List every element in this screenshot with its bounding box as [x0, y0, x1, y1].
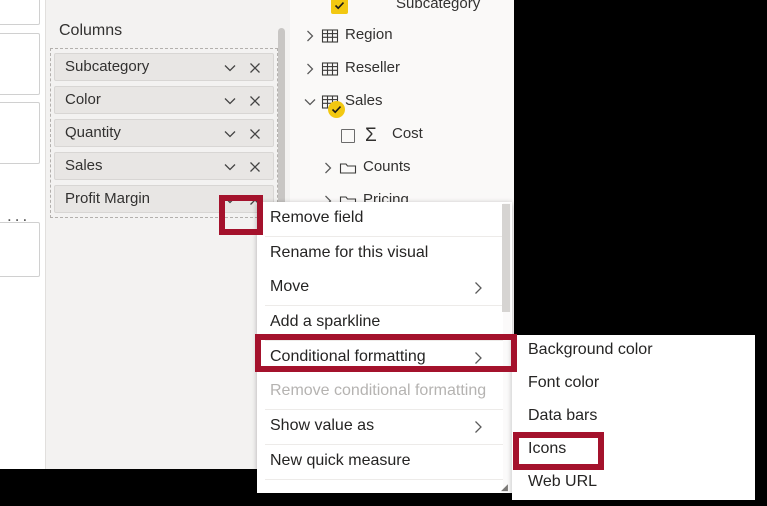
close-icon[interactable] — [246, 59, 264, 77]
submenu-item-label: Web URL — [528, 473, 598, 490]
menu-item-conditional-formatting[interactable]: Conditional formatting — [257, 341, 512, 375]
field-chip-profit-margin[interactable]: Profit Margin — [54, 185, 274, 213]
folder-icon — [339, 159, 357, 177]
menu-item-remove-conditional-formatting: Remove conditional formatting — [257, 375, 512, 409]
chevron-down-icon[interactable] — [221, 92, 239, 110]
tree-item-region[interactable]: Region — [290, 22, 514, 52]
chevron-down-icon[interactable] — [221, 125, 239, 143]
table-icon — [321, 60, 339, 78]
submenu-item-label: Background color — [528, 341, 653, 358]
visual-card[interactable] — [0, 0, 40, 25]
field-chip-label: Subcategory — [65, 58, 150, 75]
build-pane-scrollbar[interactable] — [278, 14, 288, 240]
submenu-item-web-url[interactable]: Web URL — [512, 467, 755, 500]
visual-card[interactable] — [0, 33, 40, 95]
menu-item-add-a-sparkline[interactable]: Add a sparkline — [257, 306, 512, 340]
field-chip-quantity[interactable]: Quantity — [54, 119, 274, 147]
tree-item-cost[interactable]: Σ Cost — [290, 121, 514, 151]
submenu-item-label: Font color — [528, 374, 600, 391]
menu-item-label: New quick measure — [270, 452, 411, 469]
chevron-right-icon — [470, 419, 486, 435]
context-menu-scrollbar-thumb[interactable] — [502, 204, 510, 312]
visual-card[interactable] — [0, 222, 40, 277]
tree-item-sales[interactable]: Sales — [290, 88, 514, 118]
field-chip-label: Sales — [65, 157, 103, 174]
menu-item-remove-field[interactable]: Remove field — [257, 202, 512, 236]
field-chip-label: Profit Margin — [65, 190, 151, 207]
tree-item-reseller[interactable]: Reseller — [290, 55, 514, 85]
submenu-item-icons[interactable]: Icons — [512, 434, 755, 467]
columns-field-well[interactable]: Subcategory Color Quantity Sales Profit … — [50, 48, 278, 218]
report-canvas: ... — [0, 0, 45, 469]
submenu-item-background-color[interactable]: Background color — [512, 335, 755, 368]
chevron-right-icon[interactable] — [302, 28, 318, 44]
menu-item-label: Remove field — [270, 209, 364, 226]
chevron-down-icon[interactable] — [221, 191, 239, 209]
submenu-item-label: Icons — [528, 440, 567, 457]
conditional-formatting-submenu: Background color Font color Data bars Ic… — [512, 335, 755, 500]
close-icon[interactable] — [246, 125, 264, 143]
context-menu-scrollbar[interactable] — [502, 203, 511, 492]
menu-item-new-quick-measure[interactable]: New quick measure — [257, 445, 512, 479]
close-icon[interactable] — [246, 158, 264, 176]
menu-item-show-value-as[interactable]: Show value as — [257, 410, 512, 444]
tree-item-subcategory[interactable]: Subcategory — [290, 0, 514, 21]
tree-item-label: Sales — [345, 92, 383, 109]
close-icon[interactable] — [246, 92, 264, 110]
chevron-right-icon[interactable] — [320, 160, 336, 176]
visual-card[interactable] — [0, 102, 40, 164]
submenu-item-font-color[interactable]: Font color — [512, 368, 755, 401]
chevron-down-icon[interactable] — [302, 94, 318, 110]
chevron-right-icon — [470, 280, 486, 296]
visual-more-options-button[interactable]: ... — [7, 207, 37, 224]
chevron-down-icon[interactable] — [221, 59, 239, 77]
field-chip-subcategory[interactable]: Subcategory — [54, 53, 274, 81]
unchecked-checkbox-icon[interactable] — [341, 129, 355, 143]
tree-item-label: Cost — [392, 125, 423, 142]
tree-item-label: Region — [345, 26, 393, 43]
chevron-right-icon — [470, 350, 486, 366]
checked-checkbox-icon[interactable] — [331, 0, 348, 14]
build-pane: Columns Subcategory Color Quantity Sales… — [45, 0, 290, 469]
menu-item-move[interactable]: Move — [257, 271, 512, 305]
columns-section-label: Columns — [59, 22, 123, 39]
field-chip-color[interactable]: Color — [54, 86, 274, 114]
menu-item-label: Conditional formatting — [270, 348, 426, 365]
chevron-down-icon[interactable] — [221, 158, 239, 176]
tree-item-label: Reseller — [345, 59, 401, 76]
field-chip-label: Quantity — [65, 124, 121, 141]
resize-grip-icon[interactable]: ◢ — [501, 483, 510, 492]
tree-item-label: Subcategory — [396, 0, 481, 12]
menu-item-label: Remove conditional formatting — [270, 382, 487, 399]
menu-item-label: Show value as — [270, 417, 375, 434]
submenu-item-label: Data bars — [528, 407, 598, 424]
field-chip-sales[interactable]: Sales — [54, 152, 274, 180]
table-icon — [321, 27, 339, 45]
menu-item-label: Rename for this visual — [270, 244, 429, 261]
tree-item-label: Counts — [363, 158, 411, 175]
field-chip-label: Color — [65, 91, 101, 108]
table-checked-badge-icon — [328, 101, 345, 118]
tree-item-counts[interactable]: Counts — [290, 154, 514, 184]
menu-item-rename-for-this-visual[interactable]: Rename for this visual — [257, 237, 512, 271]
menu-item-label: Move — [270, 278, 310, 295]
field-context-menu: Remove field Rename for this visual Move… — [257, 202, 512, 493]
menu-divider — [265, 479, 505, 480]
submenu-item-data-bars[interactable]: Data bars — [512, 401, 755, 434]
chevron-right-icon[interactable] — [302, 61, 318, 77]
sigma-measure-icon: Σ — [365, 125, 377, 146]
menu-item-label: Add a sparkline — [270, 313, 381, 330]
